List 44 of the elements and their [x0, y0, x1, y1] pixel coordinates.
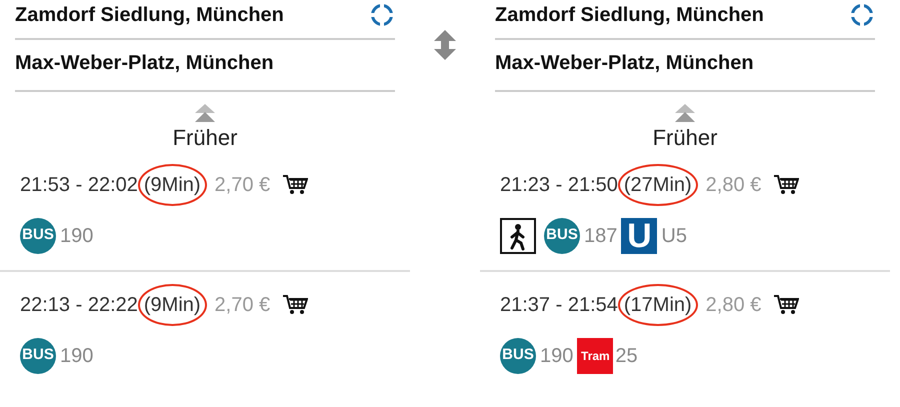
connection-row[interactable]: 21:53 - 22:02 (9Min) 2,70 € BUS 190 — [0, 152, 410, 272]
origin-field[interactable]: Zamdorf Siedlung, München — [15, 0, 395, 40]
connection-row[interactable]: 21:23 - 21:50 (27Min) 2,80 € BUS 187 U U5 — [480, 152, 890, 272]
tram-badge: Tram — [577, 338, 614, 374]
cart-icon[interactable] — [282, 174, 308, 196]
cart-icon[interactable] — [282, 294, 308, 316]
bus-badge: BUS — [500, 338, 536, 374]
line-number: 190 — [60, 224, 94, 248]
price: 2,80 € — [706, 292, 762, 318]
double-up-arrow-icon[interactable] — [194, 104, 216, 124]
time-range: 21:37 - 21:54 — [500, 292, 618, 318]
origin-field[interactable]: Zamdorf Siedlung, München — [495, 0, 875, 40]
circled-duration: (9Min) — [138, 164, 207, 206]
price: 2,70 € — [214, 292, 270, 318]
line-number: 25 — [615, 344, 638, 368]
line-number: 187 — [584, 224, 618, 248]
swap-arrows-icon[interactable] — [434, 30, 456, 60]
price: 2,80 € — [706, 172, 762, 198]
circled-duration: (27Min) — [618, 164, 698, 206]
destination-field[interactable]: Max-Weber-Platz, München — [15, 40, 395, 92]
line-number: 190 — [540, 344, 574, 368]
walking-person-icon — [500, 218, 536, 254]
line-number: U5 — [661, 224, 687, 248]
price: 2,70 € — [214, 172, 270, 198]
earlier-button[interactable]: Früher — [172, 124, 238, 152]
destination-field[interactable]: Max-Weber-Platz, München — [495, 40, 875, 92]
cart-icon[interactable] — [773, 174, 800, 196]
connection-row[interactable]: 21:37 - 21:54 (17Min) 2,80 € BUS 190 Tram 25 — [480, 272, 890, 390]
circled-duration: (17Min) — [618, 284, 698, 326]
bus-badge: BUS — [544, 218, 580, 254]
time-range: 21:53 - 22:02 — [20, 172, 138, 198]
time-range: 21:23 - 21:50 — [500, 172, 618, 198]
earlier-button[interactable]: Früher — [652, 124, 718, 152]
line-number: 190 — [60, 344, 94, 368]
ubahn-badge: U — [621, 218, 658, 254]
locate-icon[interactable] — [369, 2, 395, 28]
bus-badge: BUS — [20, 338, 56, 374]
double-up-arrow-icon[interactable] — [674, 104, 696, 124]
circled-duration: (9Min) — [138, 284, 207, 326]
bus-badge: BUS — [20, 218, 56, 254]
cart-icon[interactable] — [773, 294, 800, 316]
time-range: 22:13 - 22:22 — [20, 292, 138, 318]
connection-row[interactable]: 22:13 - 22:22 (9Min) 2,70 € BUS 190 — [0, 272, 410, 390]
locate-icon[interactable] — [849, 2, 875, 28]
